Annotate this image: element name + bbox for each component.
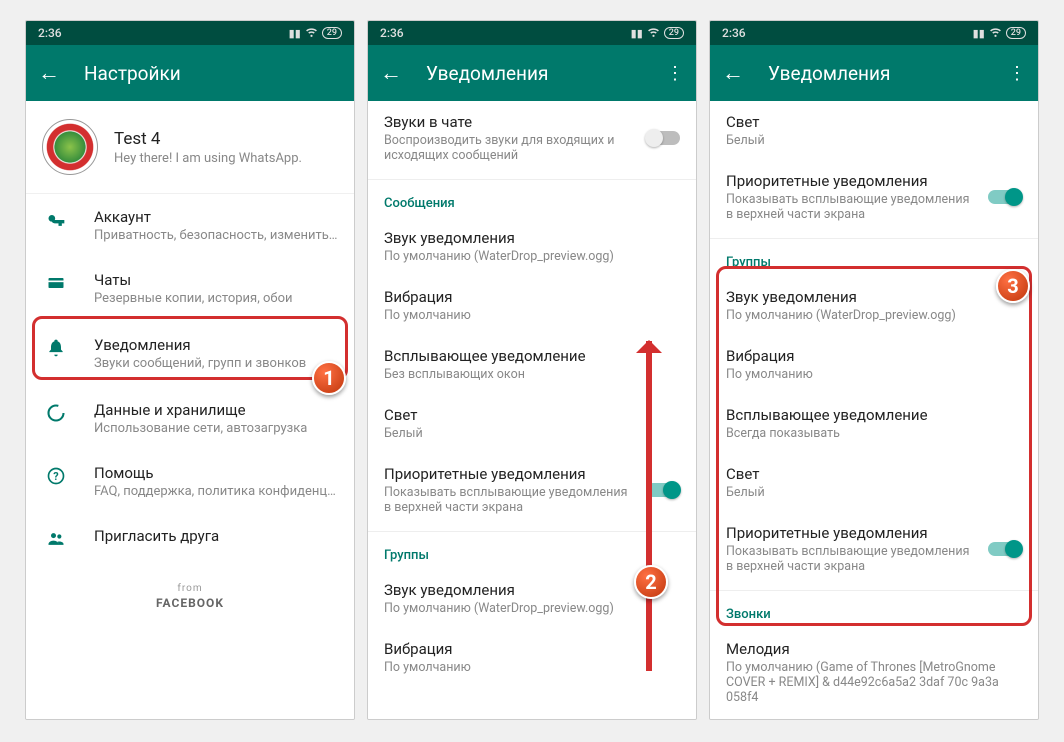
chat-sounds-toggle[interactable]: Звуки в чате Воспроизводить звуки для вх… <box>368 101 696 175</box>
battery-icon: 29 <box>1006 27 1026 39</box>
phone-settings: 2:36 ▮▮ 29 ← Настройки Test 4 Hey there!… <box>25 20 355 720</box>
svg-text:?: ? <box>53 470 58 483</box>
status-bar: 2:36 ▮▮ 29 <box>710 21 1038 45</box>
item-title: Аккаунт <box>94 208 338 226</box>
battery-icon: 29 <box>664 27 684 39</box>
item-sub: FAQ, поддержка, политика конфиденциальн.… <box>94 484 338 499</box>
item-title: Помощь <box>94 464 338 482</box>
toggle-off[interactable] <box>646 131 680 145</box>
wifi-icon <box>989 25 1002 41</box>
notification-sound[interactable]: Звук уведомленияПо умолчанию (WaterDrop_… <box>368 217 696 276</box>
profile-status: Hey there! I am using WhatsApp. <box>114 151 302 166</box>
group-sound[interactable]: Звук уведомленияПо умолчанию (WaterDrop_… <box>710 276 1038 335</box>
page-title: Уведомления <box>426 62 642 85</box>
settings-item-chats[interactable]: Чаты Резервные копии, история, обои <box>26 257 354 320</box>
wifi-icon <box>305 25 318 41</box>
profile-name: Test 4 <box>114 129 302 149</box>
group-popup[interactable]: Всплывающее уведомлениеВсегда показывать <box>710 394 1038 453</box>
more-icon[interactable]: ⋮ <box>1008 63 1026 84</box>
data-usage-icon <box>46 403 66 423</box>
toggle-on[interactable] <box>988 190 1022 204</box>
settings-item-data[interactable]: Данные и хранилище Использование сети, а… <box>26 387 354 450</box>
item-title: Чаты <box>94 271 338 289</box>
divider <box>368 179 696 180</box>
item-title: Уведомления <box>94 336 338 354</box>
settings-item-invite[interactable]: Пригласить друга <box>26 513 354 563</box>
divider <box>368 531 696 532</box>
light[interactable]: СветБелый <box>368 394 696 453</box>
back-icon[interactable]: ← <box>380 60 402 86</box>
chat-icon <box>46 273 66 293</box>
item-sub: Воспроизводить звуки для входящих и исхо… <box>384 133 636 163</box>
help-icon: ? <box>46 466 66 486</box>
section-groups: Группы <box>368 536 696 569</box>
group-vibration[interactable]: ВибрацияПо умолчанию <box>710 335 1038 394</box>
page-title: Настройки <box>84 62 342 85</box>
group-vibration[interactable]: ВибрацияПо умолчанию <box>368 628 696 687</box>
status-icons: ▮▮ 29 <box>631 25 684 41</box>
notif-content: Звуки в чате Воспроизводить звуки для вх… <box>368 101 696 719</box>
app-bar: ← Настройки <box>26 45 354 101</box>
app-bar: ← Уведомления ⋮ <box>710 45 1038 101</box>
wifi-icon <box>647 25 660 41</box>
phone-notifications-2: 2:36 ▮▮ 29 ← Уведомления ⋮ СветБелый При… <box>709 20 1039 720</box>
item-sub: Резервные копии, история, обои <box>94 291 338 306</box>
item-title: Данные и хранилище <box>94 401 338 419</box>
item-title: Пригласить друга <box>94 527 338 545</box>
signal-icon: ▮▮ <box>973 27 985 40</box>
phone-notifications-1: 2:36 ▮▮ 29 ← Уведомления ⋮ Звуки в чате … <box>367 20 697 720</box>
group-light[interactable]: СветБелый <box>710 453 1038 512</box>
toggle-on[interactable] <box>646 483 680 497</box>
from-facebook: from FACEBOOK <box>26 583 354 610</box>
app-bar: ← Уведомления ⋮ <box>368 45 696 101</box>
key-icon <box>46 210 66 230</box>
page-title: Уведомления <box>768 62 984 85</box>
light[interactable]: СветБелый <box>710 101 1038 160</box>
status-time: 2:36 <box>38 26 289 40</box>
profile-row[interactable]: Test 4 Hey there! I am using WhatsApp. <box>26 101 354 194</box>
settings-content: Test 4 Hey there! I am using WhatsApp. А… <box>26 101 354 719</box>
battery-icon: 29 <box>322 27 342 39</box>
divider <box>710 238 1038 239</box>
more-icon[interactable]: ⋮ <box>666 63 684 84</box>
settings-item-help[interactable]: ? Помощь FAQ, поддержка, политика конфид… <box>26 450 354 513</box>
bell-icon <box>46 338 66 358</box>
priority-toggle[interactable]: Приоритетные уведомленияПоказывать всплы… <box>710 160 1038 234</box>
item-sub: Приватность, безопасность, изменить номе… <box>94 228 338 243</box>
status-icons: ▮▮ 29 <box>289 25 342 41</box>
section-calls: Звонки <box>710 595 1038 628</box>
status-icons: ▮▮ 29 <box>973 25 1026 41</box>
item-sub: Звуки сообщений, групп и звонков <box>94 356 338 371</box>
notif-content-2: СветБелый Приоритетные уведомленияПоказы… <box>710 101 1038 719</box>
toggle-on[interactable] <box>988 542 1022 556</box>
item-sub: Использование сети, автозагрузка <box>94 421 338 436</box>
status-time: 2:36 <box>722 26 973 40</box>
section-messages: Сообщения <box>368 184 696 217</box>
group-sound[interactable]: Звук уведомленияПо умолчанию (WaterDrop_… <box>368 569 696 628</box>
ringtone[interactable]: МелодияПо умолчанию (Game of Thrones [Me… <box>710 628 1038 717</box>
people-icon <box>46 529 66 549</box>
settings-item-notifications[interactable]: Уведомления Звуки сообщений, групп и зво… <box>26 320 354 387</box>
back-icon[interactable]: ← <box>38 60 60 86</box>
back-icon[interactable]: ← <box>722 60 744 86</box>
settings-item-account[interactable]: Аккаунт Приватность, безопасность, измен… <box>26 194 354 257</box>
status-time: 2:36 <box>380 26 631 40</box>
status-bar: 2:36 ▮▮ 29 <box>368 21 696 45</box>
vibration[interactable]: ВибрацияПо умолчанию <box>368 276 696 335</box>
avatar <box>42 119 98 175</box>
popup-notification[interactable]: Всплывающее уведомлениеБез всплывающих о… <box>368 335 696 394</box>
group-priority-toggle[interactable]: Приоритетные уведомленияПоказывать всплы… <box>710 512 1038 586</box>
priority-toggle[interactable]: Приоритетные уведомленияПоказывать всплы… <box>368 453 696 527</box>
signal-icon: ▮▮ <box>631 27 643 40</box>
status-bar: 2:36 ▮▮ 29 <box>26 21 354 45</box>
item-title: Звуки в чате <box>384 113 636 131</box>
section-groups: Группы <box>710 243 1038 276</box>
signal-icon: ▮▮ <box>289 27 301 40</box>
divider <box>710 590 1038 591</box>
